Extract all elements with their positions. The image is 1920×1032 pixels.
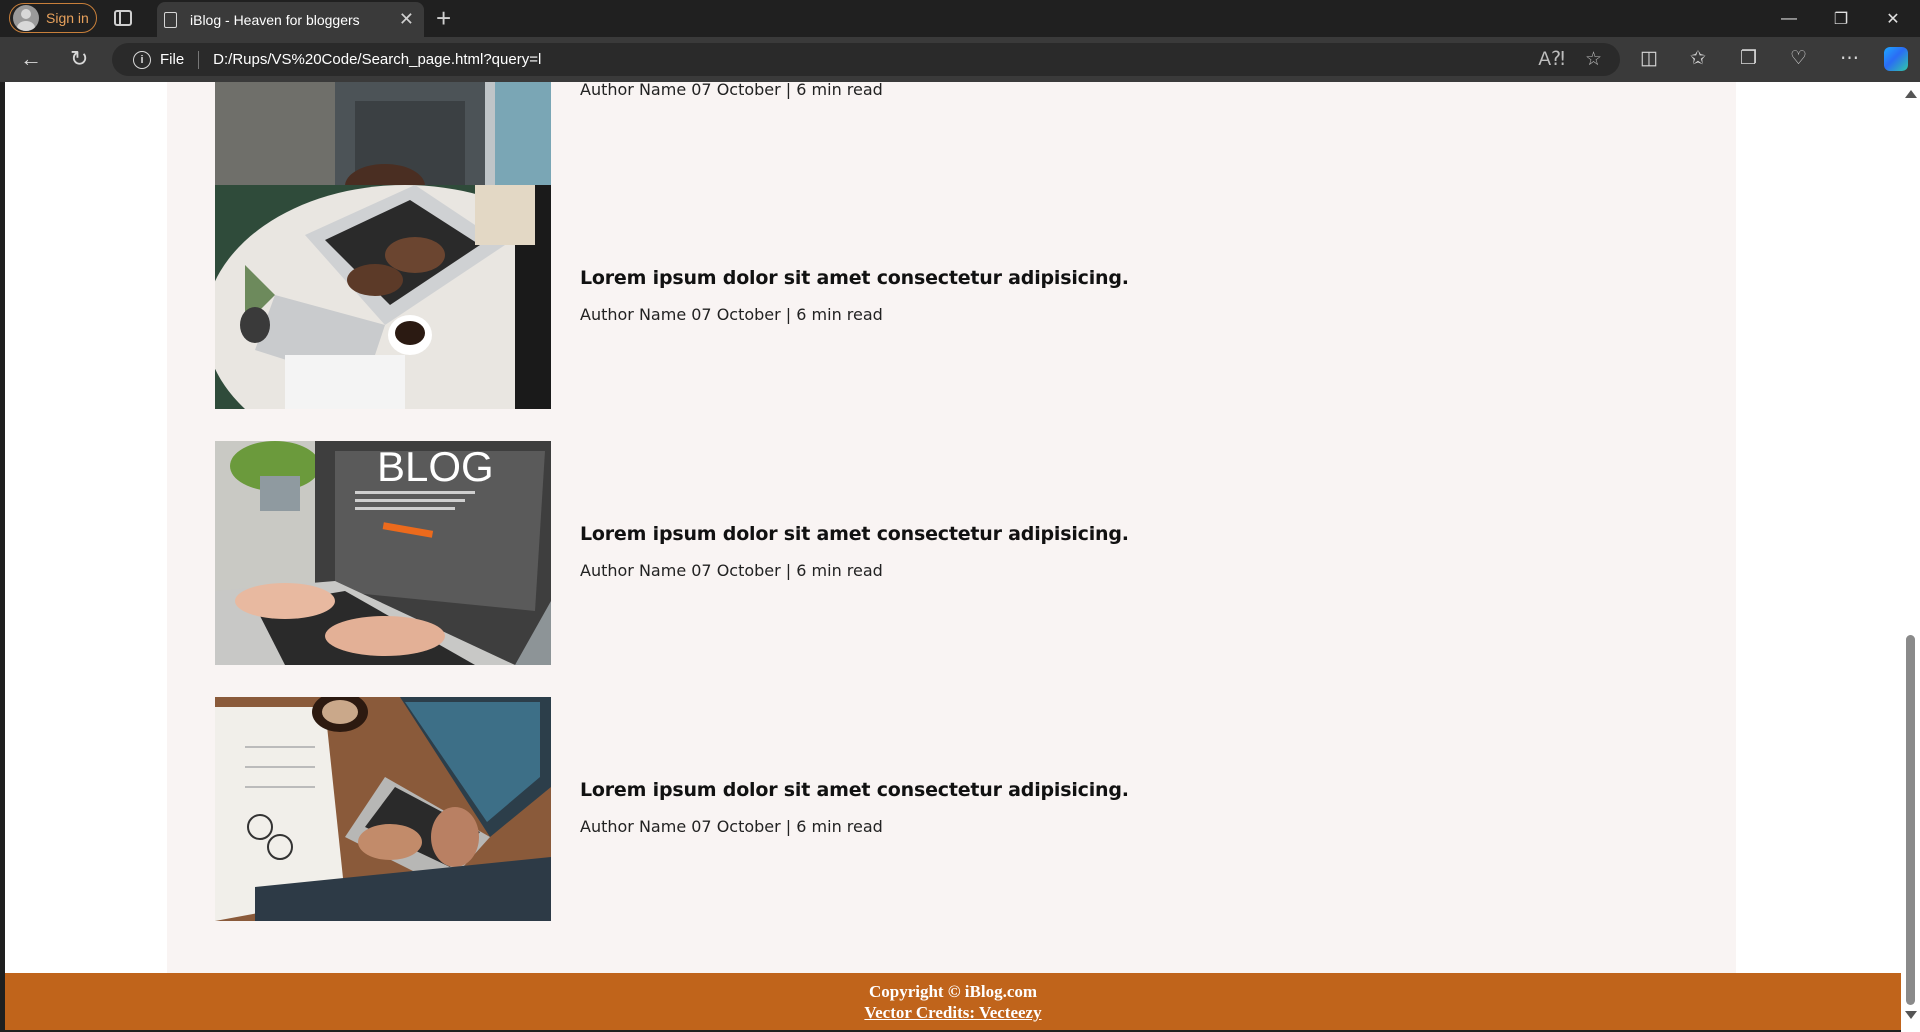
post-thumbnail[interactable]: [215, 697, 551, 921]
restore-button[interactable]: ❐: [1818, 0, 1864, 37]
footer-copyright: Copyright © iBlog.com: [868, 982, 1038, 1001]
sign-in-label: Sign in: [46, 10, 89, 26]
scroll-up-arrow-icon[interactable]: [1905, 90, 1917, 98]
address-scheme-label: File: [160, 51, 185, 68]
page-scrollbar[interactable]: [1901, 82, 1920, 1032]
post-meta: Author Name 07 October | 6 min read: [580, 305, 883, 324]
read-aloud-icon[interactable]: A⁈: [1538, 48, 1565, 71]
address-divider: [198, 50, 200, 69]
post-meta: Author Name 07 October | 6 min read: [580, 82, 883, 99]
blog-post-card[interactable]: BLOG Lorem ipsum dolor sit amet consecte…: [215, 441, 1615, 665]
minimize-button[interactable]: —: [1766, 0, 1812, 37]
search-results-container: Author Name 07 October | 6 min read Lore…: [167, 82, 1736, 973]
post-title[interactable]: Lorem ipsum dolor sit amet consectetur a…: [580, 779, 1129, 801]
tab-actions-icon[interactable]: [114, 10, 132, 26]
vector-credits-link[interactable]: Vector Credits: Vecteezy: [864, 1003, 1041, 1022]
browser-tab-strip: Sign in iBlog - Heaven for bloggers ✕ + …: [0, 0, 1920, 37]
close-window-button[interactable]: ✕: [1870, 0, 1916, 37]
favorites-icon[interactable]: ✩: [1690, 47, 1706, 71]
address-url[interactable]: D:/Rups/VS%20Code/Search_page.html?query…: [213, 51, 541, 68]
scrollbar-thumb[interactable]: [1906, 635, 1915, 1005]
post-title[interactable]: Lorem ipsum dolor sit amet consectetur a…: [580, 267, 1129, 289]
split-screen-icon[interactable]: ◫: [1640, 47, 1658, 71]
site-footer: Copyright © iBlog.com Vector Credits: Ve…: [5, 973, 1901, 1030]
tab-close-icon[interactable]: ✕: [399, 9, 414, 29]
post-title[interactable]: Lorem ipsum dolor sit amet consectetur a…: [580, 523, 1129, 545]
post-thumbnail[interactable]: [215, 185, 551, 409]
browser-toolbar: ← ↻ i File D:/Rups/VS%20Code/Search_page…: [0, 37, 1920, 82]
page-viewport: Author Name 07 October | 6 min read Lore…: [5, 82, 1901, 1030]
refresh-icon[interactable]: ↻: [70, 46, 88, 72]
browser-essentials-icon[interactable]: ♡: [1790, 47, 1807, 71]
post-thumbnail[interactable]: BLOG: [215, 441, 551, 665]
back-arrow-icon[interactable]: ←: [20, 46, 42, 72]
more-options-icon[interactable]: ⋯: [1840, 47, 1859, 71]
sign-in-button[interactable]: Sign in: [9, 3, 97, 33]
collections-icon[interactable]: ❐: [1740, 47, 1757, 71]
scroll-down-arrow-icon[interactable]: [1905, 1011, 1917, 1019]
address-bar[interactable]: i File D:/Rups/VS%20Code/Search_page.htm…: [112, 43, 1620, 76]
copilot-icon[interactable]: [1884, 47, 1908, 71]
profile-avatar-icon: [13, 5, 39, 31]
page-icon: [164, 11, 177, 28]
tab-title: iBlog - Heaven for bloggers: [190, 11, 360, 28]
blog-post-card[interactable]: Lorem ipsum dolor sit amet consectetur a…: [215, 697, 1615, 921]
tab-iblog[interactable]: iBlog - Heaven for bloggers ✕: [157, 2, 424, 37]
post-meta: Author Name 07 October | 6 min read: [580, 817, 883, 836]
info-icon[interactable]: i: [133, 50, 151, 69]
blog-post-card[interactable]: Lorem ipsum dolor sit amet consectetur a…: [215, 185, 1615, 409]
favorite-star-icon[interactable]: ☆: [1585, 48, 1602, 71]
blog-image-text: BLOG: [377, 443, 494, 490]
new-tab-button[interactable]: +: [436, 4, 451, 32]
post-meta: Author Name 07 October | 6 min read: [580, 561, 883, 580]
